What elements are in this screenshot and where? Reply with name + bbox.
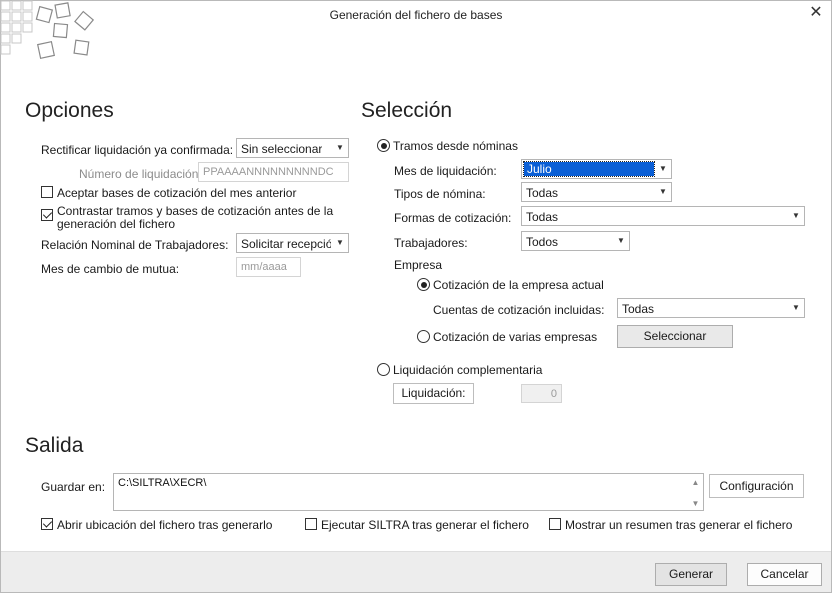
abrir-ubicacion-label: Abrir ubicación del fichero tras generar… bbox=[57, 518, 273, 532]
cuentas-cotizacion-label: Cuentas de cotización incluidas: bbox=[433, 303, 605, 317]
chevron-down-icon: ▼ bbox=[792, 211, 800, 220]
rectificar-select[interactable]: Sin seleccionar ▼ bbox=[236, 138, 349, 158]
ejecutar-siltra-label: Ejecutar SILTRA tras generar el fichero bbox=[321, 518, 529, 532]
cuentas-cotizacion-value: Todas bbox=[622, 302, 655, 316]
chevron-down-icon: ▼ bbox=[659, 164, 667, 173]
trabajadores-value: Todos bbox=[526, 235, 559, 249]
textarea-scrollbar[interactable]: ▲ ▼ bbox=[688, 474, 703, 510]
trabajadores-select[interactable]: Todos ▼ bbox=[521, 231, 630, 251]
contrastar-label-line1: Contrastar tramos y bases de cotización … bbox=[57, 204, 334, 218]
rectificar-value: Sin seleccionar bbox=[241, 142, 323, 156]
liquidacion-button[interactable]: Liquidación: bbox=[393, 383, 474, 404]
chevron-down-icon: ▼ bbox=[336, 238, 344, 247]
configuracion-button[interactable]: Configuración bbox=[709, 474, 804, 498]
abrir-ubicacion-checkbox[interactable] bbox=[41, 518, 53, 530]
chevron-down-icon: ▼ bbox=[659, 187, 667, 196]
chevron-up-icon[interactable]: ▲ bbox=[688, 478, 703, 487]
liquidacion-number-input[interactable]: 0 bbox=[521, 384, 562, 403]
window-title: Generación del fichero de bases bbox=[329, 8, 503, 22]
mes-liquidacion-select[interactable]: Julio ▼ bbox=[521, 159, 672, 179]
relacion-nominal-value: Solicitar recepció bbox=[241, 237, 331, 251]
tramos-nominas-radio[interactable] bbox=[377, 139, 390, 152]
chevron-down-icon[interactable]: ▼ bbox=[688, 499, 703, 508]
mostrar-resumen-checkbox[interactable] bbox=[549, 518, 561, 530]
cotizacion-empresa-actual-radio[interactable] bbox=[417, 278, 430, 291]
chevron-down-icon: ▼ bbox=[617, 236, 625, 245]
tipos-nomina-select[interactable]: Todas ▼ bbox=[521, 182, 672, 202]
generar-button[interactable]: Generar bbox=[655, 563, 727, 586]
formas-cotizacion-select[interactable]: Todas ▼ bbox=[521, 206, 805, 226]
ejecutar-siltra-checkbox[interactable] bbox=[305, 518, 317, 530]
chevron-down-icon: ▼ bbox=[792, 303, 800, 312]
contrastar-label-line2: generación del fichero bbox=[57, 217, 176, 231]
mes-liquidacion-label: Mes de liquidación: bbox=[394, 164, 497, 178]
numero-liquidacion-input[interactable]: PPAAAANNNNNNNNNDC bbox=[198, 162, 349, 182]
liquidacion-complementaria-label: Liquidación complementaria bbox=[393, 363, 543, 377]
tipos-nomina-value: Todas bbox=[526, 186, 559, 200]
mes-liquidacion-value: Julio bbox=[523, 161, 655, 177]
opciones-title: Opciones bbox=[25, 99, 114, 122]
aceptar-bases-checkbox[interactable] bbox=[41, 186, 53, 198]
mostrar-resumen-label: Mostrar un resumen tras generar el fiche… bbox=[565, 518, 793, 532]
seleccionar-button[interactable]: Seleccionar bbox=[617, 325, 733, 348]
mes-cambio-mutua-input[interactable]: mm/aaaa bbox=[236, 257, 301, 277]
guardar-en-value: C:\SILTRA\XECR\ bbox=[118, 477, 207, 489]
trabajadores-label: Trabajadores: bbox=[394, 236, 468, 250]
tipos-nomina-label: Tipos de nómina: bbox=[394, 187, 486, 201]
mes-cambio-mutua-label: Mes de cambio de mutua: bbox=[41, 262, 180, 276]
relacion-nominal-select[interactable]: Solicitar recepció ▼ bbox=[236, 233, 349, 253]
cotizacion-empresa-actual-label: Cotización de la empresa actual bbox=[433, 278, 604, 292]
cancelar-button[interactable]: Cancelar bbox=[747, 563, 822, 586]
seleccion-title: Selección bbox=[361, 99, 453, 122]
liquidacion-complementaria-radio[interactable] bbox=[377, 363, 390, 376]
rectificar-label: Rectificar liquidación ya confirmada: bbox=[41, 143, 234, 157]
salida-title: Salida bbox=[25, 434, 84, 457]
cotizacion-varias-empresas-label: Cotización de varias empresas bbox=[433, 330, 598, 344]
formas-cotizacion-label: Formas de cotización: bbox=[394, 211, 512, 225]
numero-liquidacion-label: Número de liquidación: bbox=[79, 167, 202, 181]
aceptar-bases-label: Aceptar bases de cotización del mes ante… bbox=[57, 186, 297, 200]
close-icon[interactable]: ✕ bbox=[807, 4, 825, 22]
relacion-nominal-label: Relación Nominal de Trabajadores: bbox=[41, 238, 229, 252]
guardar-en-input[interactable]: C:\SILTRA\XECR\ ▲ ▼ bbox=[113, 473, 704, 511]
tramos-nominas-label: Tramos desde nóminas bbox=[393, 139, 518, 153]
guardar-en-label: Guardar en: bbox=[41, 480, 106, 494]
chevron-down-icon: ▼ bbox=[336, 143, 344, 152]
cotizacion-varias-empresas-radio[interactable] bbox=[417, 330, 430, 343]
empresa-label: Empresa bbox=[394, 258, 443, 272]
cuentas-cotizacion-select[interactable]: Todas ▼ bbox=[617, 298, 805, 318]
formas-cotizacion-value: Todas bbox=[526, 210, 559, 224]
contrastar-checkbox[interactable] bbox=[41, 209, 53, 221]
